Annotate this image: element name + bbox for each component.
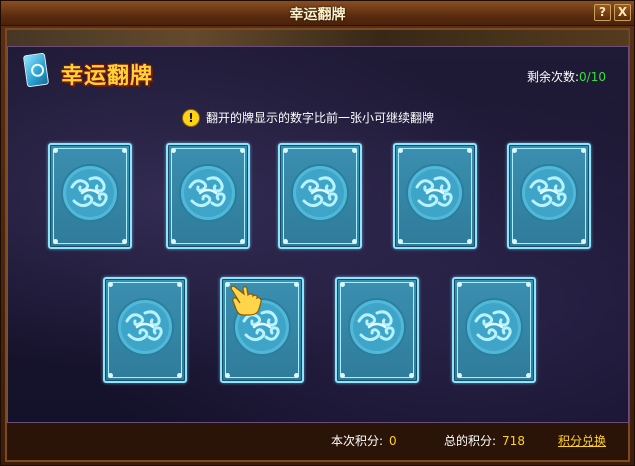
- remaining-attempts: 剩余次数:0/10: [527, 68, 606, 85]
- card-4[interactable]: [393, 143, 477, 249]
- background-strip: [7, 30, 629, 47]
- card-corner-pip: [294, 373, 299, 378]
- window-title: 幸运翻牌: [289, 7, 346, 23]
- card-corner-pip: [409, 282, 414, 287]
- card-logo-icon: [22, 52, 50, 88]
- current-score-value: 0: [389, 434, 397, 448]
- card-corner-pip: [294, 282, 299, 287]
- cloud-swirl-emblem-icon: [520, 164, 578, 222]
- card-2[interactable]: [166, 143, 250, 249]
- card-8[interactable]: [335, 277, 419, 383]
- card-corner-pip: [171, 148, 176, 153]
- card-5[interactable]: [507, 143, 591, 249]
- cloud-swirl-emblem-icon: [291, 164, 349, 222]
- card-corner-pip: [352, 239, 357, 244]
- card-corner-pip: [171, 239, 176, 244]
- card-corner-pip: [108, 373, 113, 378]
- card-corner-pip: [512, 148, 517, 153]
- card-corner-pip: [398, 239, 403, 244]
- current-score: 本次积分: 0: [331, 432, 397, 449]
- card-corner-pip: [467, 148, 472, 153]
- cloud-swirl-emblem-icon: [116, 298, 174, 356]
- card-corner-pip: [122, 148, 127, 153]
- title-bar[interactable]: 幸运翻牌 ? X: [1, 1, 634, 26]
- hint-text: 翻开的牌显示的数字比前一张小可继续翻牌: [206, 111, 435, 125]
- card-corner-pip: [581, 239, 586, 244]
- cloud-swirl-emblem-icon: [179, 164, 237, 222]
- card-corner-pip: [526, 373, 531, 378]
- game-logo-text: 幸运翻牌: [61, 64, 154, 89]
- card-6[interactable]: [103, 277, 187, 383]
- card-corner-pip: [526, 282, 531, 287]
- card-corner-pip: [240, 148, 245, 153]
- card-corner-pip: [122, 239, 127, 244]
- card-9[interactable]: [452, 277, 536, 383]
- card-corner-pip: [340, 282, 345, 287]
- game-window: 幸运翻牌 ? X 幸运翻牌 剩余次数:0/10 ! 翻开的牌显示的数字比前一张小…: [0, 0, 635, 466]
- card-1[interactable]: [48, 143, 132, 249]
- card-corner-pip: [398, 148, 403, 153]
- cloud-swirl-emblem-icon: [465, 298, 523, 356]
- card-corner-pip: [409, 373, 414, 378]
- cloud-swirl-emblem-icon: [61, 164, 119, 222]
- card-corner-pip: [240, 239, 245, 244]
- card-corner-pip: [352, 148, 357, 153]
- card-corner-pip: [53, 148, 58, 153]
- cloud-swirl-emblem-icon: [348, 298, 406, 356]
- card-corner-pip: [177, 373, 182, 378]
- pointer-hand-icon: [230, 285, 262, 316]
- total-score: 总的积分: 718: [444, 432, 525, 449]
- help-button[interactable]: ?: [594, 4, 611, 21]
- card-corner-pip: [283, 148, 288, 153]
- card-corner-pip: [581, 148, 586, 153]
- card-corner-pip: [283, 239, 288, 244]
- card-corner-pip: [53, 239, 58, 244]
- card-corner-pip: [340, 373, 345, 378]
- card-corner-pip: [225, 373, 230, 378]
- total-score-value: 718: [502, 434, 525, 448]
- card-corner-pip: [177, 282, 182, 287]
- total-score-label: 总的积分:: [444, 434, 497, 448]
- card-corner-pip: [108, 282, 113, 287]
- card-corner-pip: [512, 239, 517, 244]
- card-3[interactable]: [278, 143, 362, 249]
- card-corner-pip: [457, 373, 462, 378]
- points-exchange-link[interactable]: 积分兑换: [558, 432, 606, 449]
- warning-icon: !: [182, 109, 200, 127]
- card-corner-pip: [467, 239, 472, 244]
- card-corner-pip: [457, 282, 462, 287]
- current-score-label: 本次积分:: [331, 434, 384, 448]
- remaining-label: 剩余次数:: [527, 70, 580, 84]
- close-button[interactable]: X: [614, 4, 631, 21]
- cloud-swirl-emblem-icon: [406, 164, 464, 222]
- remaining-value: 0/10: [579, 70, 606, 84]
